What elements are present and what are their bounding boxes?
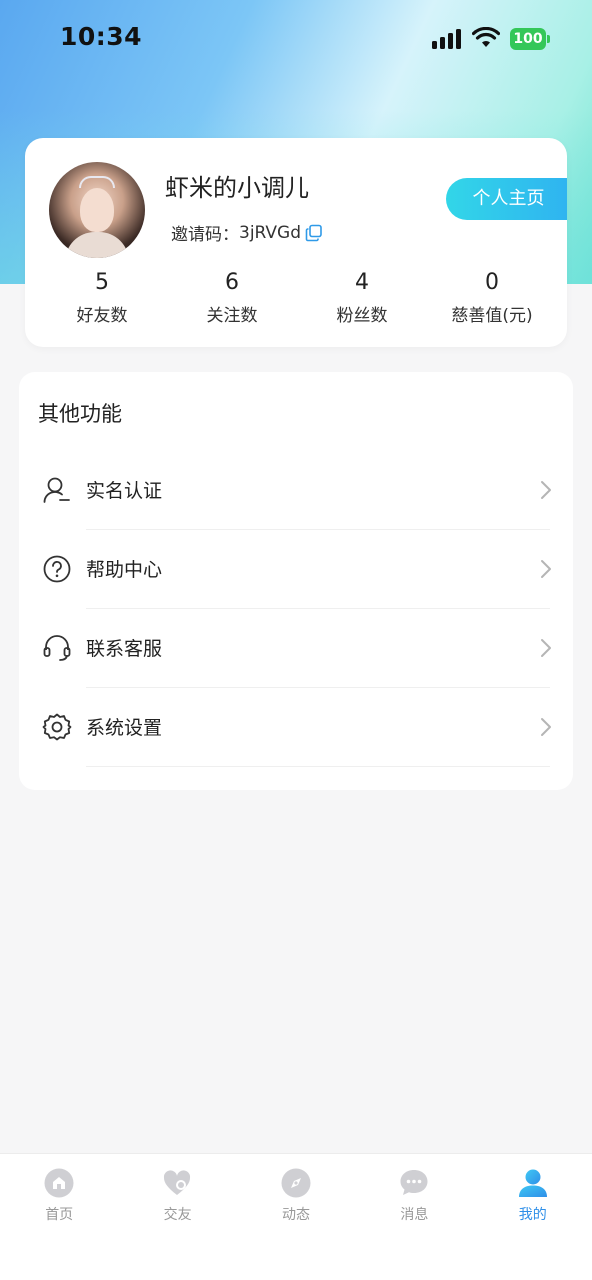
chevron-right-icon	[541, 639, 551, 657]
home-icon	[44, 1168, 74, 1198]
avatar[interactable]	[49, 162, 145, 258]
status-time: 10:34	[60, 22, 143, 51]
stat-friends[interactable]: 5 好友数	[37, 268, 167, 338]
stats-row: 5 好友数 6 关注数 4 粉丝数 0 慈善值(元)	[25, 268, 567, 338]
stat-label: 粉丝数	[336, 306, 388, 326]
menu-item-help-center[interactable]: 帮助中心	[19, 530, 573, 609]
chevron-right-icon	[541, 718, 551, 736]
nickname: 虾米的小调儿	[165, 174, 309, 202]
other-functions-card: 其他功能 实名认证 帮助中心 联系客服 系统设置	[19, 372, 573, 790]
tab-label: 动态	[281, 1207, 310, 1223]
battery-indicator: 100	[510, 28, 550, 50]
tab-friends[interactable]: 交友	[118, 1154, 236, 1280]
menu-item-label: 系统设置	[86, 717, 163, 739]
menu-item-label: 联系客服	[86, 638, 163, 660]
invite-code-value: 3jRVGd	[239, 222, 302, 243]
stat-value: 0	[485, 270, 499, 295]
chevron-right-icon	[541, 560, 551, 578]
menu-item-label: 实名认证	[86, 480, 163, 502]
stat-label: 关注数	[206, 306, 258, 326]
stat-followers[interactable]: 4 粉丝数	[297, 268, 427, 338]
friends-icon	[164, 1170, 191, 1195]
tab-home[interactable]: 首页	[0, 1154, 118, 1280]
profile-card: 虾米的小调儿 邀请码： 3jRVGd 个人主页 5 好友数 6 关注数 4 粉丝…	[25, 138, 567, 347]
cellular-signal-icon	[432, 29, 461, 49]
tab-label: 我的	[518, 1207, 547, 1223]
tab-label: 首页	[45, 1207, 74, 1223]
tab-label: 交友	[163, 1207, 192, 1223]
bottom-tab-bar: 首页 交友 动态 消息 我的	[0, 1153, 592, 1280]
tab-messages[interactable]: 消息	[355, 1154, 473, 1280]
menu-item-label: 帮助中心	[86, 559, 163, 581]
battery-level: 100	[513, 31, 543, 47]
profile-icon	[518, 1169, 547, 1197]
stat-label: 慈善值(元)	[451, 306, 533, 326]
stat-value: 6	[225, 270, 239, 295]
stat-label: 好友数	[76, 306, 128, 326]
menu-item-real-name-verification[interactable]: 实名认证	[19, 451, 573, 530]
copy-icon[interactable]	[305, 224, 323, 242]
status-bar: 10:34 100	[0, 0, 592, 80]
stat-value: 5	[95, 270, 109, 295]
menu-list: 实名认证 帮助中心 联系客服 系统设置	[19, 451, 573, 767]
menu-item-contact-service[interactable]: 联系客服	[19, 609, 573, 688]
invite-code-row: 邀请码： 3jRVGd	[171, 220, 323, 245]
divider	[86, 766, 550, 767]
help-icon	[43, 555, 71, 583]
user-verify-icon	[43, 477, 70, 503]
chevron-right-icon	[541, 481, 551, 499]
gear-icon	[42, 713, 72, 741]
compass-icon	[281, 1168, 311, 1198]
message-icon	[400, 1170, 428, 1195]
section-title: 其他功能	[38, 402, 122, 426]
wifi-icon	[472, 27, 500, 47]
tab-label: 消息	[400, 1207, 429, 1223]
menu-item-system-settings[interactable]: 系统设置	[19, 688, 573, 767]
stat-charity[interactable]: 0 慈善值(元)	[427, 268, 557, 338]
personal-homepage-button[interactable]: 个人主页	[446, 178, 567, 220]
stat-value: 4	[355, 270, 369, 295]
tab-moments[interactable]: 动态	[237, 1154, 355, 1280]
headset-icon	[43, 635, 71, 661]
tab-profile[interactable]: 我的	[474, 1154, 592, 1280]
invite-code-label: 邀请码：	[171, 225, 239, 245]
stat-following[interactable]: 6 关注数	[167, 268, 297, 338]
